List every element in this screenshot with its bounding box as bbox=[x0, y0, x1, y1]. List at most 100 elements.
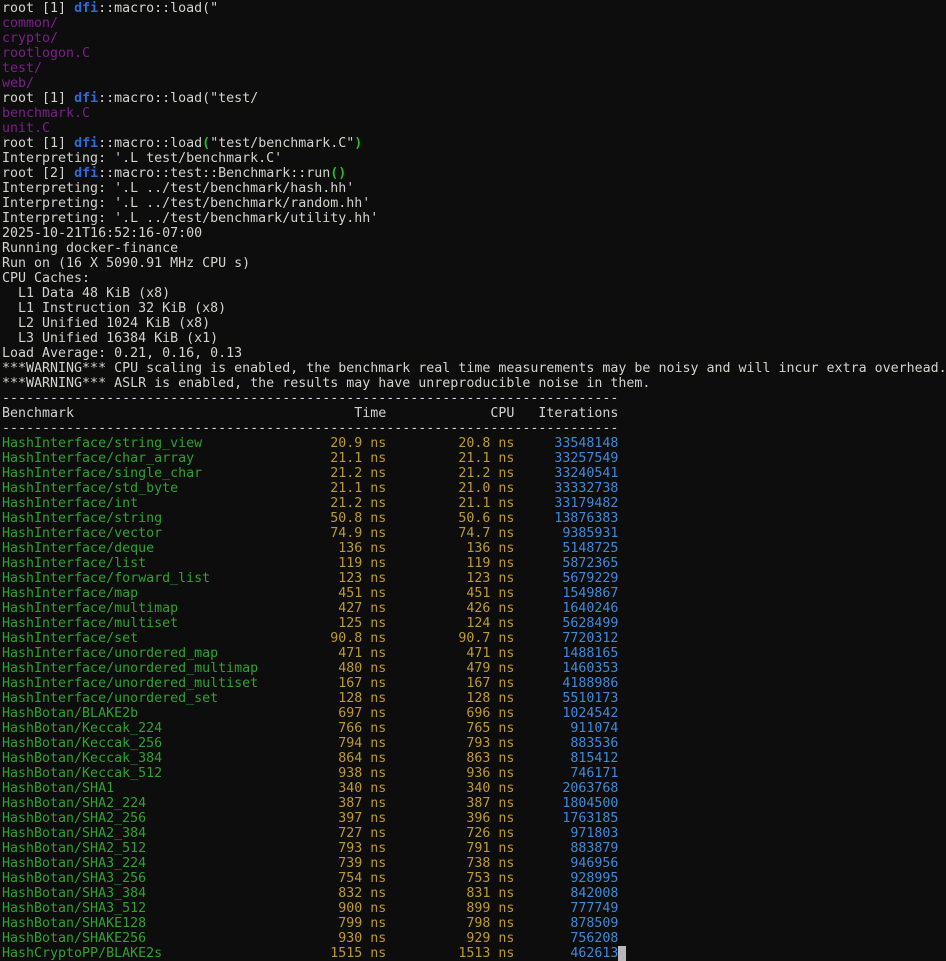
separator-line: ----------------------------------------… bbox=[2, 421, 946, 436]
time-cell: 471 ns bbox=[274, 646, 386, 661]
benchmark-row: HashBotan/BLAKE2b 697 ns 696 ns 1024542 bbox=[2, 706, 946, 721]
time-cell: 50.8 ns bbox=[274, 511, 386, 526]
benchmark-row: HashBotan/Keccak_512 938 ns 936 ns 74617… bbox=[2, 766, 946, 781]
benchmark-name: HashBotan/SHA3_384 bbox=[2, 886, 274, 901]
time-cell: 125 ns bbox=[274, 616, 386, 631]
benchmark-row: HashInterface/multimap 427 ns 426 ns 164… bbox=[2, 601, 946, 616]
benchmark-row: HashBotan/SHA2_224 387 ns 387 ns 1804500 bbox=[2, 796, 946, 811]
iterations-cell: 5510173 bbox=[514, 691, 618, 706]
time-cell: 727 ns bbox=[274, 826, 386, 841]
warning-line: ***WARNING*** ASLR is enabled, the resul… bbox=[2, 376, 946, 391]
cpu-cell: 21.1 ns bbox=[386, 451, 514, 466]
cpu-cell: 1513 ns bbox=[386, 946, 514, 961]
output-line: L2 Unified 1024 KiB (x8) bbox=[2, 316, 946, 331]
cpu-cell: 791 ns bbox=[386, 841, 514, 856]
benchmark-name: HashInterface/set bbox=[2, 631, 274, 646]
benchmark-row: HashCryptoPP/BLAKE2s 1515 ns 1513 ns 462… bbox=[2, 946, 946, 961]
text-segment: root [1] bbox=[2, 136, 74, 151]
time-cell: 128 ns bbox=[274, 691, 386, 706]
cpu-cell: 696 ns bbox=[386, 706, 514, 721]
benchmark-name: HashInterface/forward_list bbox=[2, 571, 274, 586]
text-segment: dfi bbox=[74, 136, 98, 151]
text-segment: test/ bbox=[2, 61, 42, 76]
benchmark-row: HashBotan/SHA3_512 900 ns 899 ns 777749 bbox=[2, 901, 946, 916]
text-segment: ::macro::test::Benchmark::run bbox=[98, 166, 330, 181]
cpu-cell: 21.1 ns bbox=[386, 496, 514, 511]
time-cell: 739 ns bbox=[274, 856, 386, 871]
benchmark-name: HashInterface/multiset bbox=[2, 616, 274, 631]
time-cell: 21.2 ns bbox=[274, 466, 386, 481]
prompt-line: root [1] dfi::macro::load("test/benchmar… bbox=[2, 136, 946, 151]
benchmark-name: HashInterface/unordered_map bbox=[2, 646, 274, 661]
text-segment: crypto/ bbox=[2, 31, 58, 46]
time-cell: 930 ns bbox=[274, 931, 386, 946]
completion-entry: web/ bbox=[2, 76, 946, 91]
iterations-cell: 1488165 bbox=[514, 646, 618, 661]
cpu-cell: 119 ns bbox=[386, 556, 514, 571]
benchmark-row: HashInterface/char_array 21.1 ns 21.1 ns… bbox=[2, 451, 946, 466]
iterations-cell: 5872365 bbox=[514, 556, 618, 571]
iterations-cell: 5148725 bbox=[514, 541, 618, 556]
iterations-cell: 1763185 bbox=[514, 811, 618, 826]
time-cell: 340 ns bbox=[274, 781, 386, 796]
text-segment: root [2] bbox=[2, 166, 74, 181]
iterations-cell: 883536 bbox=[514, 736, 618, 751]
text-segment: Load Average: 0.21, 0.16, 0.13 bbox=[2, 346, 242, 361]
time-cell: 387 ns bbox=[274, 796, 386, 811]
iterations-cell: 13876383 bbox=[514, 511, 618, 526]
cpu-cell: 831 ns bbox=[386, 886, 514, 901]
iterations-cell: 777749 bbox=[514, 901, 618, 916]
time-cell: 427 ns bbox=[274, 601, 386, 616]
time-cell: 397 ns bbox=[274, 811, 386, 826]
iterations-cell: 1549867 bbox=[514, 586, 618, 601]
cpu-cell: 396 ns bbox=[386, 811, 514, 826]
benchmark-row: HashInterface/map 451 ns 451 ns 1549867 bbox=[2, 586, 946, 601]
cpu-column-header: CPU bbox=[386, 406, 514, 421]
benchmark-row: HashInterface/std_byte 21.1 ns 21.0 ns 3… bbox=[2, 481, 946, 496]
separator-dashes: ----------------------------------------… bbox=[2, 421, 618, 436]
benchmark-row: HashInterface/unordered_multiset 167 ns … bbox=[2, 676, 946, 691]
benchmark-name: HashBotan/SHA3_512 bbox=[2, 901, 274, 916]
cursor bbox=[618, 946, 626, 961]
time-cell: 832 ns bbox=[274, 886, 386, 901]
time-cell: 1515 ns bbox=[274, 946, 386, 961]
output-line: L3 Unified 16384 KiB (x1) bbox=[2, 331, 946, 346]
benchmark-name: HashBotan/Keccak_512 bbox=[2, 766, 274, 781]
prompt-line: root [2] dfi::macro::test::Benchmark::ru… bbox=[2, 166, 946, 181]
text-segment: ::macro::load bbox=[98, 136, 202, 151]
text-segment: L3 Unified 16384 KiB (x1) bbox=[2, 331, 218, 346]
benchmark-row: HashInterface/multiset 125 ns 124 ns 562… bbox=[2, 616, 946, 631]
iterations-cell: 1460353 bbox=[514, 661, 618, 676]
text-segment: rootlogon.C bbox=[2, 46, 90, 61]
time-cell: 697 ns bbox=[274, 706, 386, 721]
cpu-cell: 136 ns bbox=[386, 541, 514, 556]
completion-entry: benchmark.C bbox=[2, 106, 946, 121]
iterations-cell: 5628499 bbox=[514, 616, 618, 631]
benchmark-name: HashBotan/SHA3_224 bbox=[2, 856, 274, 871]
iterations-cell: 2063768 bbox=[514, 781, 618, 796]
iterations-cell: 746171 bbox=[514, 766, 618, 781]
iterations-cell: 1024542 bbox=[514, 706, 618, 721]
cpu-cell: 90.7 ns bbox=[386, 631, 514, 646]
iterations-cell: 842008 bbox=[514, 886, 618, 901]
cpu-cell: 340 ns bbox=[386, 781, 514, 796]
text-segment: L1 Data 48 KiB (x8) bbox=[2, 286, 170, 301]
time-cell: 794 ns bbox=[274, 736, 386, 751]
terminal-screen[interactable]: root [1] dfi::macro::load("common/crypto… bbox=[0, 0, 946, 961]
text-segment: root [1] bbox=[2, 1, 74, 16]
cpu-cell: 899 ns bbox=[386, 901, 514, 916]
output-line: L1 Data 48 KiB (x8) bbox=[2, 286, 946, 301]
text-segment: L2 Unified 1024 KiB (x8) bbox=[2, 316, 210, 331]
text-segment: 2025-10-21T16:52:16-07:00 bbox=[2, 226, 202, 241]
cpu-cell: 726 ns bbox=[386, 826, 514, 841]
text-segment: Running docker-finance bbox=[2, 241, 178, 256]
benchmark-row: HashBotan/SHAKE256 930 ns 929 ns 756208 bbox=[2, 931, 946, 946]
completion-entry: common/ bbox=[2, 16, 946, 31]
benchmark-row: HashInterface/list 119 ns 119 ns 5872365 bbox=[2, 556, 946, 571]
time-cell: 136 ns bbox=[274, 541, 386, 556]
benchmark-row: HashInterface/string 50.8 ns 50.6 ns 138… bbox=[2, 511, 946, 526]
time-cell: 799 ns bbox=[274, 916, 386, 931]
completion-entry: rootlogon.C bbox=[2, 46, 946, 61]
completion-entry: test/ bbox=[2, 61, 946, 76]
cpu-cell: 21.2 ns bbox=[386, 466, 514, 481]
